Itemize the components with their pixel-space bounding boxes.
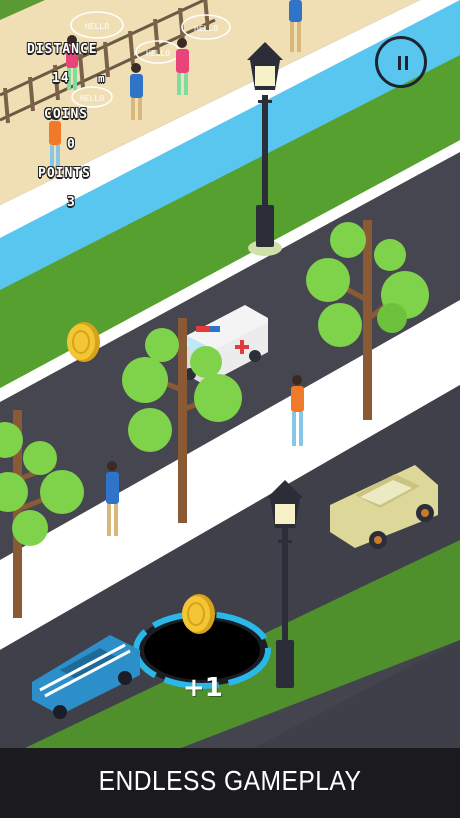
coins-label: COINS [44, 107, 89, 122]
points-label: POINTS [38, 166, 91, 181]
svg-text:HELLO: HELLO [146, 49, 170, 58]
distance-value: 14 [52, 71, 70, 86]
pause-icon [398, 56, 401, 70]
pause-button[interactable] [375, 36, 427, 88]
game-scene: HELLO HELLO HELLO HELLO [0, 0, 460, 818]
pause-icon [405, 56, 408, 70]
svg-text:HELLO: HELLO [80, 94, 104, 103]
banner-text: ENDLESS GAMEPLAY [98, 765, 362, 796]
score-popup: +1 [183, 673, 223, 703]
promo-banner: ENDLESS GAMEPLAY [0, 748, 460, 818]
distance-unit: m [98, 72, 106, 85]
svg-text:HELLO: HELLO [85, 22, 109, 31]
distance-label: DISTANCE [27, 42, 98, 57]
coins-value: 0 [67, 137, 76, 152]
points-value: 3 [67, 195, 76, 210]
svg-text:HELLO: HELLO [194, 24, 218, 33]
